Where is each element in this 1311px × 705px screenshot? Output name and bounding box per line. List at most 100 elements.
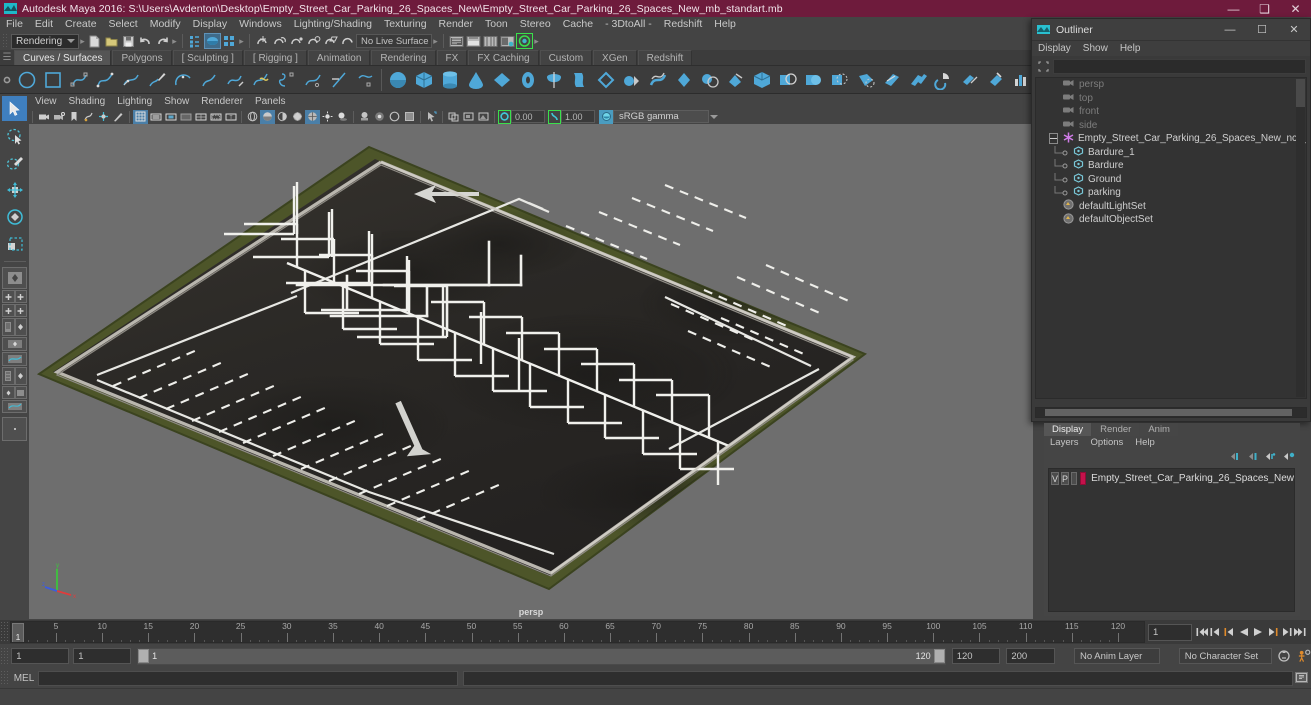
make-live-icon[interactable] bbox=[339, 33, 356, 49]
menu-3dtoall[interactable]: - 3DtoAll - bbox=[599, 17, 658, 32]
menu-texturing[interactable]: Texturing bbox=[378, 17, 433, 32]
layer-visibility-toggle[interactable]: V bbox=[1051, 472, 1060, 485]
show-attribute-editor-icon[interactable] bbox=[448, 33, 465, 49]
select-by-object-icon[interactable] bbox=[204, 33, 221, 49]
outliner-item-persp[interactable]: persp bbox=[1036, 78, 1306, 92]
outliner-item-bardure-1[interactable]: Bardure_1 bbox=[1036, 145, 1306, 160]
select-camera-icon[interactable] bbox=[36, 110, 51, 124]
script-editor-icon[interactable] bbox=[1294, 670, 1309, 685]
hypershade-persp-layout-button[interactable] bbox=[2, 352, 27, 366]
new-layer-from-selected-icon[interactable] bbox=[1282, 451, 1296, 463]
viewport-menu-panels[interactable]: Panels bbox=[249, 95, 292, 109]
chevron-down-icon[interactable] bbox=[709, 110, 719, 123]
nurbs-plane-icon[interactable] bbox=[489, 67, 515, 93]
show-modeling-toolkit-icon[interactable] bbox=[499, 33, 516, 49]
surface-fillet-icon[interactable] bbox=[957, 67, 983, 93]
loft-icon[interactable] bbox=[567, 67, 593, 93]
save-scene-icon[interactable] bbox=[120, 33, 137, 49]
outliner-minimize-button[interactable]: — bbox=[1214, 19, 1246, 41]
persp-graph-layout-button[interactable] bbox=[2, 337, 27, 351]
xray-icon[interactable] bbox=[372, 110, 387, 124]
image-plane-icon[interactable] bbox=[81, 110, 96, 124]
shelf-tab-sculpting[interactable]: [ Sculpting ] bbox=[172, 50, 243, 65]
range-start-handle[interactable] bbox=[138, 649, 150, 663]
layout-two-left[interactable] bbox=[2, 304, 15, 317]
menu-toon[interactable]: Toon bbox=[479, 17, 514, 32]
step-back-keyframe-icon[interactable] bbox=[1209, 623, 1223, 641]
step-forward-keyframe-icon[interactable] bbox=[1279, 623, 1293, 641]
go-to-end-icon[interactable] bbox=[1293, 623, 1307, 641]
layer-color-swatch[interactable] bbox=[1080, 472, 1087, 485]
outliner-item-top[interactable]: top bbox=[1036, 92, 1306, 106]
shelf-tab-custom[interactable]: Custom bbox=[539, 50, 593, 65]
lighting-icon[interactable] bbox=[320, 110, 335, 124]
nurbs-sphere-icon[interactable] bbox=[385, 67, 411, 93]
nurbs-circle-icon[interactable] bbox=[14, 67, 40, 93]
toolbar-divider-4[interactable]: ▸ bbox=[432, 33, 439, 49]
play-backwards-icon[interactable] bbox=[1237, 623, 1251, 641]
viewport-menu-renderer[interactable]: Renderer bbox=[195, 95, 249, 109]
menu-display[interactable]: Display bbox=[187, 17, 233, 32]
play-forwards-icon[interactable] bbox=[1251, 623, 1265, 641]
minimize-button[interactable]: — bbox=[1218, 0, 1249, 17]
scrollbar-thumb[interactable] bbox=[1045, 409, 1292, 416]
command-line-grip[interactable] bbox=[0, 670, 10, 686]
shelf-tab-fx[interactable]: FX bbox=[436, 50, 468, 65]
surface-rebuild-icon[interactable] bbox=[983, 67, 1009, 93]
layer-menu-options[interactable]: Options bbox=[1085, 436, 1130, 450]
close-button[interactable]: ✕ bbox=[1280, 0, 1311, 17]
snap-grid-icon[interactable] bbox=[254, 33, 271, 49]
layer-playback-toggle[interactable]: P bbox=[1061, 472, 1070, 485]
animation-end-field[interactable]: 200 bbox=[1006, 648, 1055, 664]
expand-collapse-icon[interactable] bbox=[1049, 133, 1058, 145]
shelf-tab-rigging[interactable]: [ Rigging ] bbox=[243, 50, 307, 65]
status-line-grip[interactable] bbox=[2, 33, 9, 49]
safe-action-icon[interactable] bbox=[208, 110, 223, 124]
menuset-selector[interactable]: Rendering bbox=[11, 33, 79, 49]
persp-outliner-layout-button[interactable] bbox=[2, 318, 27, 336]
menu-help[interactable]: Help bbox=[708, 17, 742, 32]
shelf-tab-rendering[interactable]: Rendering bbox=[371, 50, 436, 65]
undo-icon[interactable] bbox=[137, 33, 154, 49]
show-tool-settings-icon[interactable] bbox=[465, 33, 482, 49]
range-start-field[interactable]: 1 bbox=[11, 648, 70, 664]
toolbar-divider-3[interactable]: ▸ bbox=[238, 33, 245, 49]
auto-keyframe-icon[interactable] bbox=[1277, 647, 1291, 665]
viewport-menu-lighting[interactable]: Lighting bbox=[111, 95, 158, 109]
layer-state-toggle[interactable] bbox=[1071, 472, 1078, 485]
paint-select-tool-button[interactable] bbox=[2, 150, 27, 175]
layout-persp-pane-2[interactable] bbox=[14, 367, 27, 385]
curve-cut-icon[interactable] bbox=[300, 67, 326, 93]
outliner-vertical-scrollbar[interactable] bbox=[1296, 79, 1305, 397]
select-tool-button[interactable] bbox=[2, 96, 27, 121]
select-by-component-icon[interactable] bbox=[221, 33, 238, 49]
wireframe-icon[interactable] bbox=[245, 110, 260, 124]
open-scene-icon[interactable] bbox=[103, 33, 120, 49]
shadows-icon[interactable] bbox=[335, 110, 350, 124]
xray-joints-icon[interactable] bbox=[387, 110, 402, 124]
outliner-maximize-button[interactable]: ☐ bbox=[1246, 19, 1278, 41]
selection-filter-icon[interactable] bbox=[1038, 60, 1049, 72]
maximize-button[interactable]: ❑ bbox=[1249, 0, 1280, 17]
flat-shade-icon[interactable] bbox=[290, 110, 305, 124]
curve-rebuild-icon[interactable] bbox=[352, 67, 378, 93]
surface-attach-icon[interactable] bbox=[879, 67, 905, 93]
command-input-field[interactable] bbox=[38, 670, 458, 686]
scrollbar-thumb[interactable] bbox=[1296, 79, 1305, 107]
surface-detach-icon[interactable] bbox=[905, 67, 931, 93]
step-forward-frame-icon[interactable] bbox=[1265, 623, 1279, 641]
menu-render[interactable]: Render bbox=[433, 17, 479, 32]
command-language-label[interactable]: MEL bbox=[10, 673, 38, 684]
layout-hypershade-small[interactable] bbox=[14, 386, 27, 399]
shelf-tab-xgen[interactable]: XGen bbox=[593, 50, 637, 65]
step-back-frame-icon[interactable] bbox=[1223, 623, 1237, 641]
shelf-tab-fx-caching[interactable]: FX Caching bbox=[468, 50, 539, 65]
layer-row[interactable]: V P Empty_Street_Car_Parking_26_Spaces_N… bbox=[1049, 471, 1294, 486]
character-set-selector[interactable]: No Character Set bbox=[1178, 648, 1272, 664]
snap-view-plane-icon[interactable] bbox=[322, 33, 339, 49]
current-frame-field[interactable]: 1 bbox=[1148, 623, 1192, 641]
two-pane-layout-button[interactable] bbox=[2, 304, 27, 317]
color-profile-selector[interactable]: sRGB gamma bbox=[613, 110, 709, 123]
outliner-item-parking[interactable]: parking bbox=[1036, 186, 1306, 200]
new-scene-icon[interactable] bbox=[86, 33, 103, 49]
